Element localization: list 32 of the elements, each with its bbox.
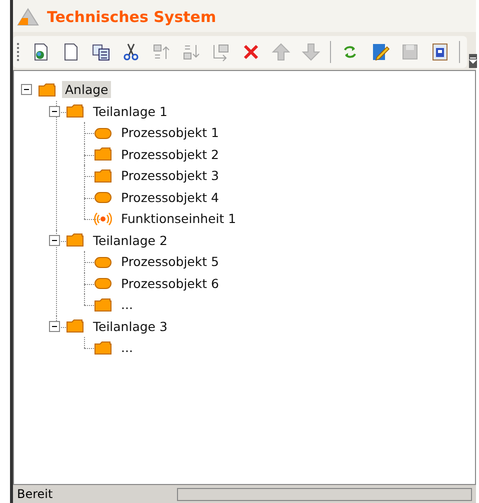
tree-item[interactable]: Anlage xyxy=(62,81,112,98)
folder-icon xyxy=(94,340,112,356)
tree-item[interactable]: Prozessobjekt 6 xyxy=(118,274,222,292)
capsule-icon xyxy=(94,189,112,206)
tree-item[interactable]: Prozessobjekt 5 xyxy=(118,253,222,270)
folder-icon xyxy=(66,232,84,248)
tree-item[interactable]: Funktionseinheit 1 xyxy=(118,210,240,228)
tree-item[interactable]: Prozessobjekt 1 xyxy=(118,124,222,142)
tree-item[interactable]: Prozessobjekt 4 xyxy=(118,188,222,206)
collapse-toggle[interactable] xyxy=(49,234,60,246)
signal-icon xyxy=(94,210,112,227)
folder-icon xyxy=(38,82,56,98)
tree-item[interactable]: Prozessobjekt 3 xyxy=(118,167,222,184)
tree-item[interactable]: Teilanlage 3 xyxy=(90,318,170,335)
tree-item[interactable]: Teilanlage 1 xyxy=(90,102,170,120)
folder-icon xyxy=(94,146,112,162)
folder-icon xyxy=(66,318,84,334)
tree-item[interactable]: Prozessobjekt 2 xyxy=(118,146,222,163)
tree-item[interactable]: ... xyxy=(118,296,136,314)
collapse-toggle[interactable] xyxy=(21,84,32,96)
window-title: Technisches System xyxy=(47,8,216,26)
folder-icon xyxy=(66,103,84,120)
status-text: Bereit xyxy=(17,487,54,501)
collapse-toggle[interactable] xyxy=(49,106,60,117)
overflow-icon[interactable] xyxy=(469,54,477,68)
tree-item[interactable]: Teilanlage 2 xyxy=(90,232,170,249)
tree-item[interactable]: ... xyxy=(118,339,136,356)
logo-icon xyxy=(17,8,39,26)
folder-icon xyxy=(94,168,112,184)
capsule-icon xyxy=(94,275,112,292)
folder-icon xyxy=(94,296,112,313)
collapse-toggle[interactable] xyxy=(49,320,60,332)
